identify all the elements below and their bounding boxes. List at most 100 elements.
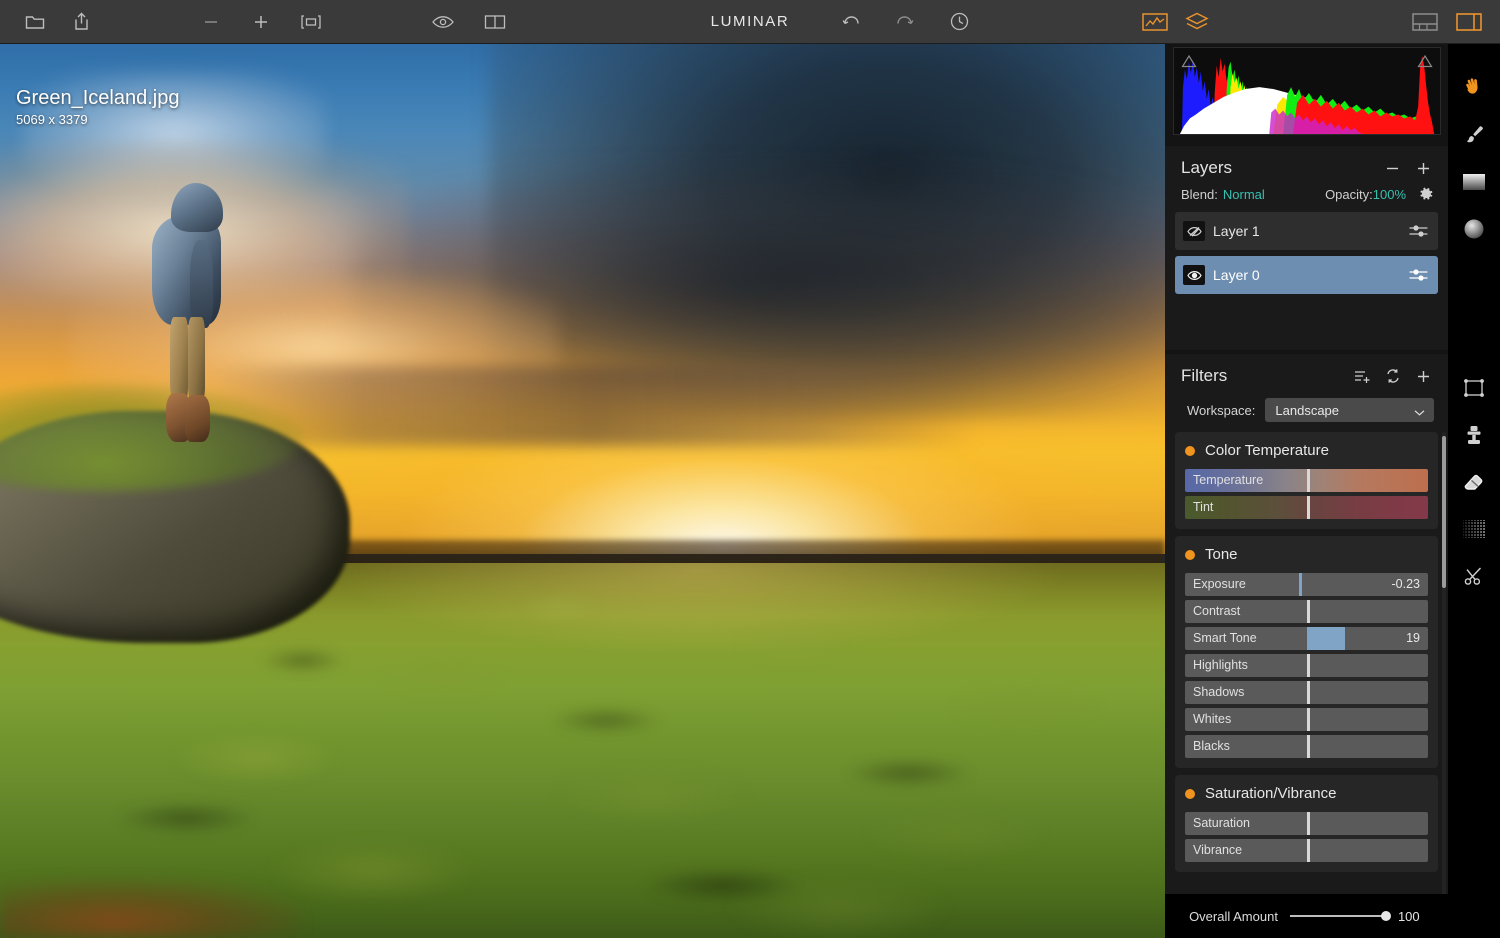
layer-adjustments-icon-0[interactable] <box>1409 268 1428 282</box>
slider-vibrance[interactable]: Vibrance <box>1185 839 1428 862</box>
top-toolbar: LUMINAR <box>0 0 1500 44</box>
overall-amount-knob[interactable] <box>1380 911 1391 921</box>
slider-handle-saturation[interactable] <box>1306 812 1310 835</box>
photo-red-brush <box>0 877 303 938</box>
histogram-plot <box>1174 48 1440 134</box>
figure-hood <box>170 182 224 232</box>
denoise-texture-icon[interactable] <box>1454 509 1494 549</box>
workspace-row: Workspace: Landscape <box>1165 390 1448 432</box>
brush-tool-icon[interactable] <box>1454 115 1494 155</box>
slider-handle-temperature[interactable] <box>1306 469 1310 492</box>
hand-tool-icon[interactable] <box>1454 68 1494 108</box>
slider-value-exposure: -0.23 <box>1391 577 1421 591</box>
toolbar-view-group <box>430 9 508 35</box>
slider-handle-highlights[interactable] <box>1306 654 1310 677</box>
slider-fill-smart-tone <box>1306 627 1346 650</box>
crop-tool-icon[interactable] <box>1454 368 1494 408</box>
slider-label-shadows: Shadows <box>1193 685 1245 699</box>
filter-enabled-dot[interactable] <box>1185 549 1195 560</box>
slider-label-tint: Tint <box>1193 500 1214 514</box>
slider-tint[interactable]: Tint <box>1185 496 1428 519</box>
layer-row-0[interactable]: Layer 0 <box>1175 256 1438 294</box>
filters-scrollbar-thumb[interactable] <box>1442 436 1446 588</box>
image-canvas[interactable]: Green_Iceland.jpg 5069 x 3379 <box>0 44 1165 938</box>
undo-icon[interactable] <box>838 9 864 35</box>
clone-stamp-icon[interactable] <box>1454 415 1494 455</box>
sync-filters-icon[interactable] <box>1385 368 1401 384</box>
eraser-tool-icon[interactable] <box>1454 462 1494 502</box>
slider-label-whites: Whites <box>1193 712 1232 726</box>
filter-title-saturation-vibrance: Saturation/Vibrance <box>1205 785 1337 802</box>
shadow-clipping-icon[interactable] <box>1181 54 1197 68</box>
layer-visibility-toggle-0[interactable] <box>1183 265 1205 285</box>
slider-handle-whites[interactable] <box>1306 708 1310 731</box>
slider-blacks[interactable]: Blacks <box>1185 735 1428 758</box>
slider-handle-tint[interactable] <box>1306 496 1310 519</box>
opacity-value[interactable]: 100% <box>1373 187 1406 202</box>
toolbar-panel-toggles <box>1142 9 1210 35</box>
figure-boot-right <box>185 395 210 442</box>
toolbar-zoom-group <box>198 9 324 35</box>
add-filter-icon[interactable] <box>1415 368 1432 385</box>
opacity-label: Opacity: <box>1325 186 1373 202</box>
layer-row-1[interactable]: Layer 1 <box>1175 212 1438 250</box>
filter-group-tone: Tone Exposure -0.23 Contrast Smart Tone … <box>1175 536 1438 768</box>
filters-scrollbar[interactable] <box>1442 432 1446 926</box>
photo-cloud-streak <box>209 365 979 447</box>
compare-split-icon[interactable] <box>482 9 508 35</box>
slider-contrast[interactable]: Contrast <box>1185 600 1428 623</box>
slider-highlights[interactable]: Highlights <box>1185 654 1428 677</box>
blend-value[interactable]: Normal <box>1223 187 1265 202</box>
slider-saturation[interactable]: Saturation <box>1185 812 1428 835</box>
slider-temperature[interactable]: Temperature <box>1185 469 1428 492</box>
eye-off-icon <box>1186 226 1202 237</box>
scissors-cut-icon[interactable] <box>1454 556 1494 596</box>
overall-amount-slider[interactable] <box>1289 911 1391 921</box>
side-panel-view-icon[interactable] <box>1456 9 1482 35</box>
tools-sidebar <box>1448 44 1500 938</box>
share-export-icon[interactable] <box>68 9 94 35</box>
slider-shadows[interactable]: Shadows <box>1185 681 1428 704</box>
zoom-out-icon[interactable] <box>198 9 224 35</box>
filter-enabled-dot[interactable] <box>1185 788 1195 799</box>
histogram-toggle-icon[interactable] <box>1142 9 1168 35</box>
history-clock-icon[interactable] <box>946 9 972 35</box>
layers-list: Layer 1 Layer 0 <box>1175 212 1438 294</box>
add-filter-list-icon[interactable] <box>1354 369 1371 384</box>
radial-mask-icon[interactable] <box>1454 209 1494 249</box>
slider-exposure[interactable]: Exposure -0.23 <box>1185 573 1428 596</box>
slider-handle-blacks[interactable] <box>1306 735 1310 758</box>
redo-icon[interactable] <box>892 9 918 35</box>
overall-amount-value: 100 <box>1397 908 1420 924</box>
slider-handle-vibrance[interactable] <box>1306 839 1310 862</box>
slider-handle-exposure[interactable] <box>1299 573 1303 596</box>
figure-arm <box>189 239 213 328</box>
filters-scroll-area[interactable]: Color Temperature Temperature Tint Tone … <box>1175 432 1438 926</box>
workspace-select[interactable]: Landscape <box>1265 398 1434 422</box>
slider-smart-tone[interactable]: Smart Tone 19 <box>1185 627 1428 650</box>
fit-to-screen-icon[interactable] <box>298 9 324 35</box>
filmstrip-view-icon[interactable] <box>1412 9 1438 35</box>
layer-adjustments-icon-1[interactable] <box>1409 224 1428 238</box>
slider-handle-contrast[interactable] <box>1306 600 1310 623</box>
slider-value-smart-tone: 19 <box>1406 631 1420 645</box>
filter-group-color-temperature: Color Temperature Temperature Tint <box>1175 432 1438 529</box>
add-layer-button[interactable] <box>1415 160 1432 177</box>
slider-handle-shadows[interactable] <box>1306 681 1310 704</box>
preview-eye-icon[interactable] <box>430 9 456 35</box>
open-folder-icon[interactable] <box>22 9 48 35</box>
toolbar-file-group <box>22 9 94 35</box>
zoom-in-icon[interactable] <box>248 9 274 35</box>
slider-whites[interactable]: Whites <box>1185 708 1428 731</box>
overall-amount-label: Overall Amount <box>1189 908 1278 924</box>
slider-label-blacks: Blacks <box>1193 739 1230 753</box>
filter-enabled-dot[interactable] <box>1185 445 1195 456</box>
layer-visibility-toggle-1[interactable] <box>1183 221 1205 241</box>
layer-settings-gear-icon[interactable] <box>1418 186 1434 202</box>
gradient-mask-icon[interactable] <box>1454 162 1494 202</box>
layers-toggle-icon[interactable] <box>1184 9 1210 35</box>
eye-icon <box>1186 270 1202 280</box>
remove-layer-button[interactable] <box>1384 160 1401 177</box>
highlight-clipping-icon[interactable] <box>1417 54 1433 68</box>
histogram-panel[interactable] <box>1173 47 1441 135</box>
